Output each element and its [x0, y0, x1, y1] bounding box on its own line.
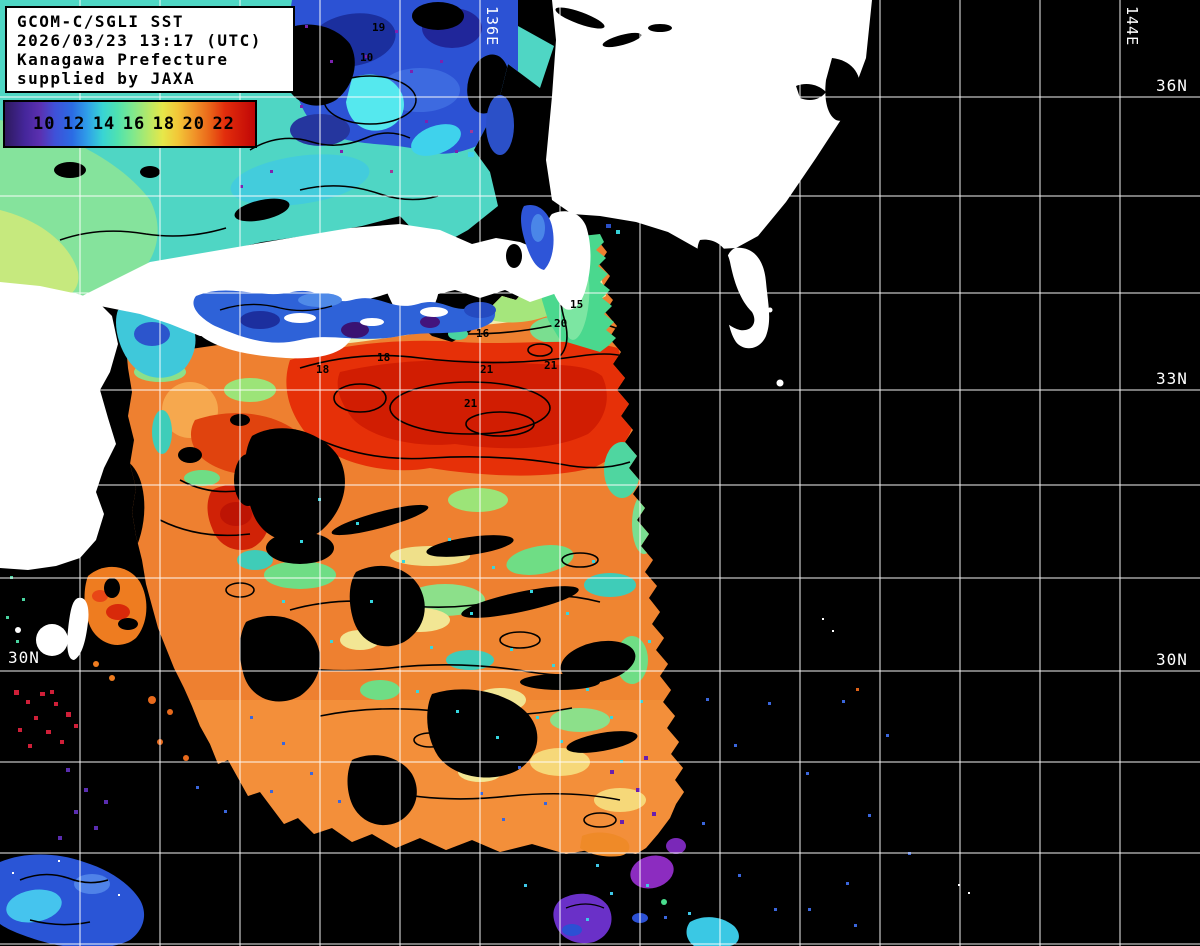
- colorbar-tick: 14: [93, 114, 115, 134]
- contour-label: 21: [464, 398, 477, 409]
- contour-label: 18: [316, 364, 329, 375]
- contour-label: 21: [480, 364, 493, 375]
- colorbar-tick: 10: [33, 114, 55, 134]
- colorbar-tick: 22: [212, 114, 234, 134]
- latitude-label-33N: 33N: [1156, 371, 1188, 387]
- contour-label: 10: [360, 52, 373, 63]
- contour-label: 16: [476, 328, 489, 339]
- temperature-colorbar: 10 12 14 16 18 20 22: [3, 100, 257, 148]
- colorbar-tick: 12: [63, 114, 85, 134]
- latitude-label-30N-left: 30N: [8, 650, 40, 666]
- observation-datetime: 2026/03/23 13:17 (UTC): [17, 31, 293, 50]
- colorbar-tick: 20: [183, 114, 205, 134]
- data-provider: supplied by JAXA: [17, 69, 293, 88]
- longitude-label-136E: 136E: [484, 6, 499, 46]
- sst-map-stage: GCOM-C/SGLI SST 2026/03/23 13:17 (UTC) K…: [0, 0, 1200, 946]
- contour-label: 20: [554, 318, 567, 329]
- colorbar-tick-labels: 10 12 14 16 18 20 22: [5, 102, 255, 146]
- info-box: GCOM-C/SGLI SST 2026/03/23 13:17 (UTC) K…: [5, 6, 295, 93]
- longitude-label-144E: 144E: [1124, 6, 1139, 46]
- latitude-label-30N-right: 30N: [1156, 652, 1188, 668]
- region-name: Kanagawa Prefecture: [17, 50, 293, 69]
- product-title: GCOM-C/SGLI SST: [17, 12, 293, 31]
- coastal-blue-patch: [486, 95, 514, 155]
- contour-label: 19: [372, 22, 385, 33]
- latitude-label-36N: 36N: [1156, 78, 1188, 94]
- contour-label: 21: [544, 360, 557, 371]
- contour-label: 15: [570, 299, 583, 310]
- colorbar-tick: 18: [153, 114, 175, 134]
- contour-label: 18: [377, 352, 390, 363]
- colorbar-tick: 16: [123, 114, 145, 134]
